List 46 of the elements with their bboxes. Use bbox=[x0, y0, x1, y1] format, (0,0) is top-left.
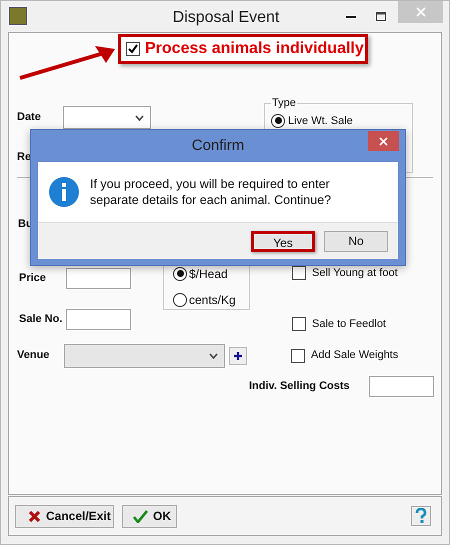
checkbox-label: Sale to Feedlot bbox=[312, 317, 386, 332]
minimize-icon bbox=[346, 14, 356, 18]
close-button[interactable] bbox=[368, 131, 399, 151]
cancel-button[interactable]: Cancel/Exit bbox=[15, 504, 114, 528]
close-icon bbox=[416, 7, 426, 17]
checkbox-label: Process animals individually bbox=[145, 39, 364, 59]
app-icon bbox=[9, 7, 27, 25]
maximize-icon bbox=[376, 12, 386, 20]
check-icon bbox=[133, 510, 148, 522]
add-button[interactable] bbox=[229, 346, 247, 364]
cross-icon bbox=[28, 510, 41, 522]
dropdown-caret-icon bbox=[135, 114, 144, 120]
radio-button[interactable] bbox=[271, 114, 285, 128]
no-button[interactable]: No bbox=[324, 230, 388, 252]
checkbox[interactable] bbox=[292, 266, 306, 280]
dropdown-caret-icon bbox=[209, 352, 218, 358]
dialog-message: If you proceed, you will be required to enter separate details for each animal. Continue? bbox=[90, 176, 332, 208]
yes-button[interactable]: Yes bbox=[251, 230, 315, 252]
field-label: Venue bbox=[17, 348, 50, 364]
help-button[interactable] bbox=[411, 506, 431, 526]
radio-button[interactable] bbox=[173, 266, 187, 280]
input-field[interactable] bbox=[66, 308, 131, 330]
group-title: Type bbox=[271, 96, 297, 111]
field-label: Date bbox=[17, 110, 42, 126]
input-field[interactable] bbox=[66, 268, 131, 288]
field-label: Price bbox=[19, 270, 47, 286]
checkbox-label: Sell Young at foot bbox=[312, 266, 398, 280]
radio-label: Live Wt. Sale bbox=[288, 114, 353, 128]
date-dropdown[interactable] bbox=[63, 106, 151, 129]
radio-label: $/Head bbox=[189, 266, 228, 282]
field-label: Indiv. Selling Costs bbox=[249, 378, 351, 394]
ok-button[interactable]: OK bbox=[122, 504, 177, 528]
dialog-title: Confirm bbox=[192, 136, 244, 156]
info-icon bbox=[49, 177, 79, 207]
radio-button[interactable] bbox=[173, 292, 187, 306]
plus-icon bbox=[233, 350, 243, 360]
field-label: Sale No. bbox=[19, 312, 64, 327]
radio-label: cents/Kg bbox=[189, 292, 236, 308]
checkbox[interactable] bbox=[292, 317, 306, 332]
checkbox-label: Add Sale Weights bbox=[311, 348, 398, 364]
close-icon bbox=[379, 136, 388, 146]
window-title: Disposal Event bbox=[172, 8, 280, 28]
checkbox[interactable] bbox=[291, 348, 305, 362]
field-label: Re bbox=[17, 150, 32, 165]
checkbox[interactable] bbox=[126, 42, 140, 56]
input-field[interactable] bbox=[369, 376, 434, 396]
